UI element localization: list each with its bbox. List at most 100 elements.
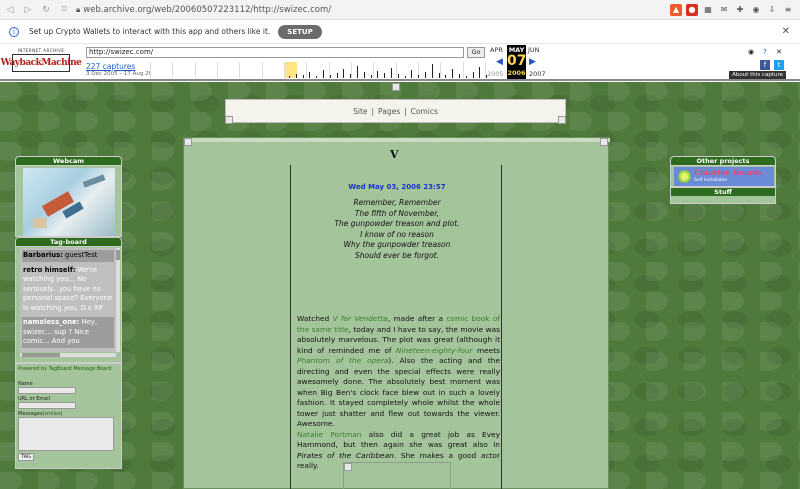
capture-sparkline[interactable] [150,62,488,78]
sparkline-year-cell[interactable] [218,62,241,78]
next-month-label[interactable]: JUN [528,46,540,54]
prev-capture-icon[interactable]: ◀ [496,57,503,67]
sparkline-bar [316,76,318,78]
bookmark-icon[interactable]: ⌑ [56,2,72,18]
right-sidebar: Other projects Chlorine Boards Self inst… [670,156,776,204]
reload-icon[interactable]: ↻ [38,2,54,18]
scrollbar-thumb[interactable] [22,353,60,357]
sparkline-year-cell[interactable] [263,62,285,78]
scrollbar-thumb[interactable] [116,250,120,260]
wayback-logo[interactable]: INTERNET ARCHIVE WaybackMachine [1,48,82,74]
poem-line: I know of no reason [360,229,434,239]
twitter-icon[interactable]: t [774,60,784,70]
captures-link[interactable]: 227 captures [86,62,135,71]
nav-pages-link[interactable]: Pages [378,107,400,116]
wayback-url-input[interactable]: http://swizec.com/ [86,47,464,58]
webcam-panel [15,165,122,237]
sparkline-bar [289,76,290,78]
chlorine-boards-banner[interactable]: Chlorine Boards Self installable [674,167,774,186]
entry-message: guestTest [62,251,98,259]
user-icon[interactable]: ◉ [746,47,756,57]
extension-red-icon[interactable]: ● [686,3,698,16]
help-icon[interactable]: ? [760,47,770,57]
browser-toolbar: ◁ ▷ ↻ ⌑ 🔒︎ web.archive.org/web/200605072… [0,0,800,20]
sparkline-bar [384,73,386,78]
sparkline-year-cell[interactable] [397,62,419,78]
sparkline-bar [343,69,345,78]
extension-puzzle-icon[interactable]: ✚ [734,4,746,16]
sparkline-year-cell[interactable] [196,62,218,78]
back-icon[interactable]: ◁ [2,2,18,18]
tag-button[interactable]: TAG [18,453,34,461]
next-year-label[interactable]: 2007 [529,70,546,78]
natalie-portman-link[interactable]: Natalie Portman [297,430,361,439]
movie-link[interactable]: V for Vendetta [333,314,388,323]
camera-icon[interactable]: ◉ [750,4,762,16]
tagboard-messages[interactable]: Barbarius: guestTest retro himself: We'r… [20,248,116,352]
sparkline-bar [391,68,392,78]
setup-button[interactable]: SETUP [278,24,322,39]
address-bar[interactable]: 🔒︎ web.archive.org/web/20060507223112/ht… [76,2,670,18]
nineteen-eighty-four-link[interactable]: Nineteen-eighty-four [396,346,473,355]
sparkline-bar [404,76,406,78]
banner-title: Chlorine Boards [694,168,763,177]
tagboard-entry: nameless_one: Hey, swizec... sup ? Nice … [22,317,114,348]
extension-mail-icon[interactable]: ✉ [718,4,730,16]
url-field[interactable] [18,402,76,409]
poem-line: The fifth of November, [354,208,440,218]
other-projects-panel: Chlorine Boards Self installable [670,165,776,187]
sparkline-bar [397,74,399,78]
vertical-scrollbar[interactable] [116,248,120,352]
next-capture-icon[interactable]: ▶ [529,57,536,67]
banner-subtitle: Self installable [694,178,727,183]
about-capture-link[interactable]: About this capture [729,71,786,79]
facebook-icon[interactable]: f [760,60,770,70]
nav-separator: | [371,106,375,116]
sparkline-bar [452,69,454,78]
nav-comics-link[interactable]: Comics [411,107,438,116]
sparkline-bar [370,75,372,78]
powered-by-link[interactable]: Powered by TagBoard Message Board [18,366,112,372]
extension-grid-icon[interactable]: ▦ [702,4,714,16]
other-projects-title: Other projects [670,156,776,165]
sparkline-bar [459,74,460,78]
sparkline-year-cell[interactable] [151,62,174,78]
movie-title: Pirates of the Caribbean [297,450,394,460]
webcam-image [23,168,115,236]
name-field[interactable] [18,387,76,394]
forward-icon[interactable]: ▷ [20,2,36,18]
sparkline-bar [431,64,433,78]
left-sidebar: Webcam Tag-board Barbarius: guestTest re… [15,156,122,469]
month-selector: APR ◀ 2005 MAY 07 2006 JUN ▶ 2007 [487,45,546,79]
sparkline-year-cell[interactable] [307,62,330,78]
close-icon[interactable]: ✕ [782,26,790,37]
download-icon[interactable]: ⇩ [766,4,778,16]
go-button[interactable]: Go [467,47,485,58]
prev-month-label[interactable]: APR [490,46,503,54]
post-body: Watched V for Vendetta, made after a com… [297,314,500,472]
entry-author: Barbarius: [23,251,63,259]
tagboard-form: Powered by TagBoard Message Board Name U… [15,363,122,469]
stuff-title: Stuff [670,187,776,196]
message-textarea[interactable] [18,417,114,451]
current-day: 07 [507,53,527,69]
sparkline-year-cell[interactable] [240,62,263,78]
phantom-of-the-opera-link[interactable]: Phantom of the opera [297,356,388,365]
entry-author: retro himself: [23,265,76,274]
prev-year-label[interactable]: 2005 [487,70,504,78]
tagboard-entry: Barbarius: guestTest [22,250,114,262]
sparkline-bar [309,72,311,78]
sparkline-year-cell[interactable] [330,62,352,78]
sparkline-year-cell[interactable] [173,62,196,78]
blog-post: Wed May 03, 2006 23:57 Remember, Remembe… [290,165,502,489]
address-text[interactable]: web.archive.org/web/20060507223112/http:… [83,5,331,15]
menu-icon[interactable]: ≡ [782,4,794,16]
sparkline-bar [357,66,358,78]
post-image-placeholder [343,462,451,489]
close-wayback-icon[interactable]: ✕ [774,47,784,57]
nav-site-link[interactable]: Site [353,107,367,116]
tagboard-title: Tag-board [15,237,122,246]
brave-shield-icon[interactable]: ▲ [670,3,682,16]
text-run: , made after a [387,314,447,323]
sparkline-year-cell[interactable] [464,62,486,78]
